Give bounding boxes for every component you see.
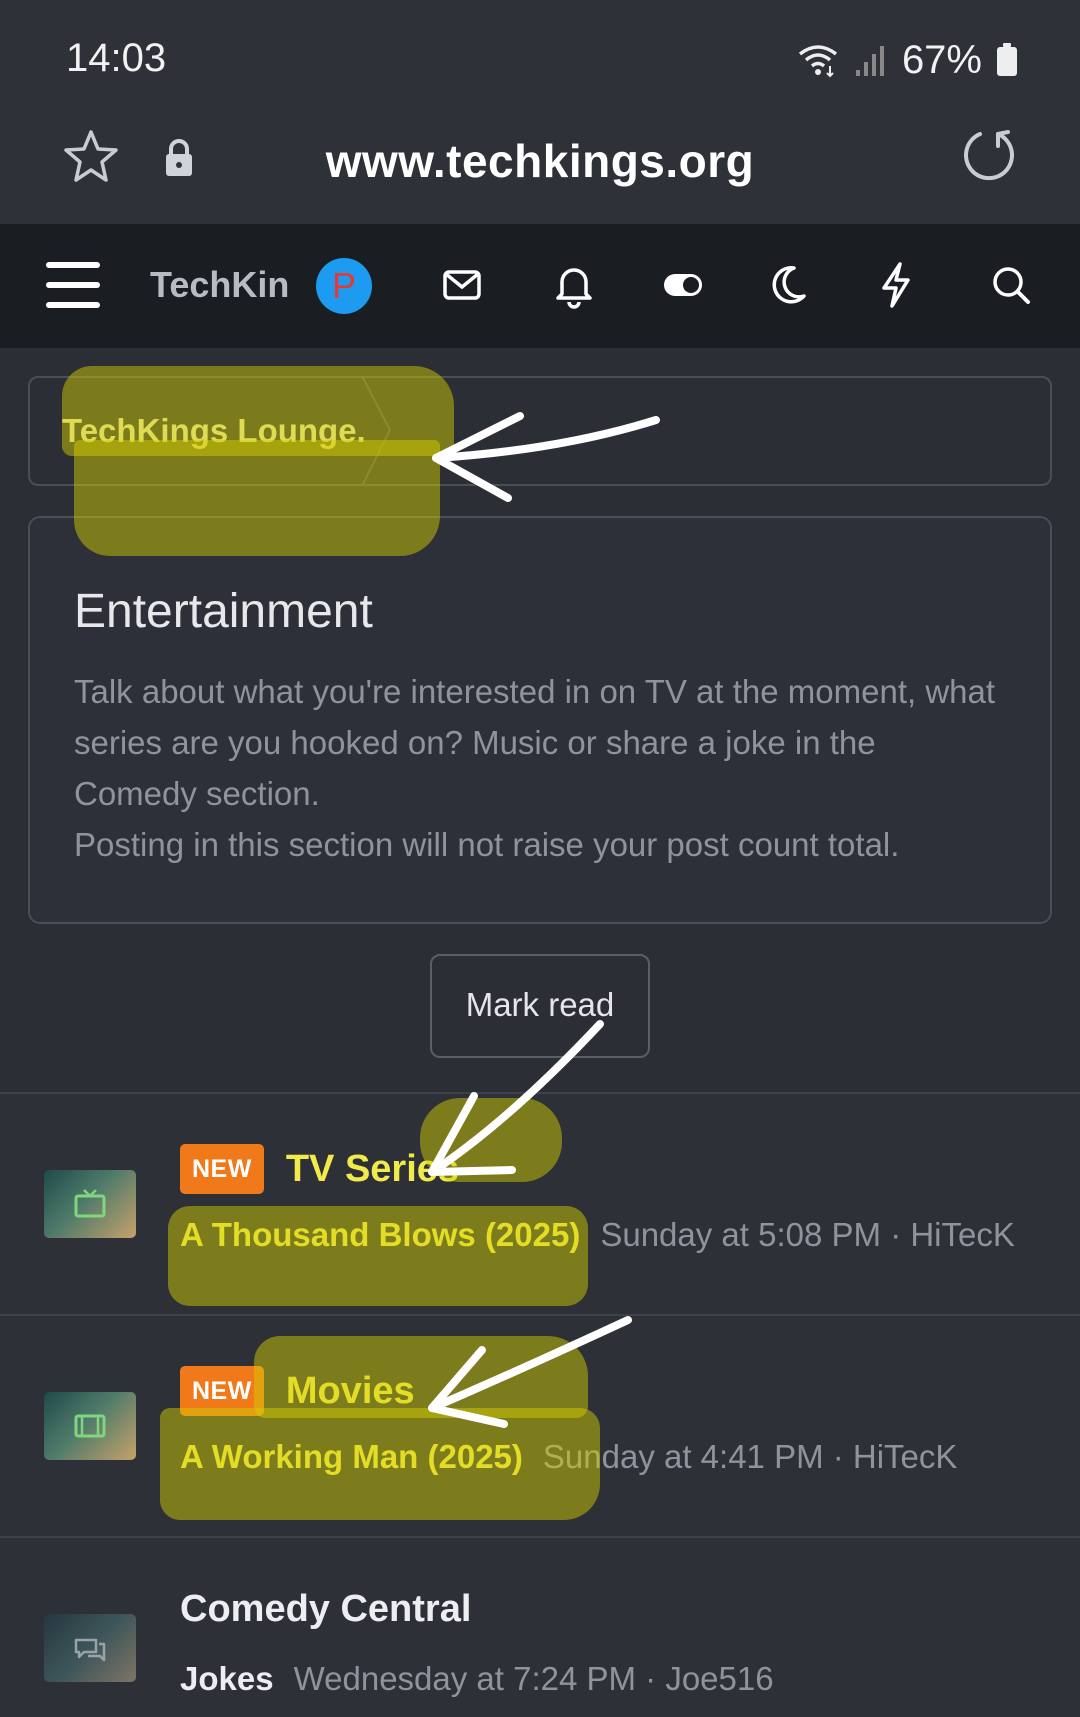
- tv-icon: [74, 1189, 106, 1218]
- site-brand[interactable]: TechKin: [150, 264, 289, 306]
- subforum-thumbnail: [44, 1170, 136, 1238]
- reload-icon[interactable]: [960, 126, 1018, 184]
- avatar[interactable]: P: [316, 258, 372, 314]
- breadcrumb-item-lounge[interactable]: TechKings Lounge.: [62, 412, 366, 450]
- signal-icon: [855, 46, 884, 76]
- subforum-row-comedy-central[interactable]: Comedy Central Jokes Wednesday at 7:24 P…: [0, 1536, 1080, 1717]
- subforum-row-movies[interactable]: NEW Movies A Working Man (2025) Sunday a…: [0, 1314, 1080, 1536]
- latest-thread-link[interactable]: A Working Man (2025): [180, 1438, 523, 1476]
- subforum-thumbnail: [44, 1392, 136, 1460]
- new-badge: NEW: [180, 1366, 264, 1416]
- forum-description-box: Entertainment Talk about what you're int…: [28, 516, 1052, 924]
- latest-thread-link[interactable]: A Thousand Blows (2025): [180, 1216, 580, 1254]
- toggle-icon[interactable]: [662, 260, 704, 310]
- forum-description: Talk about what you're interested in on …: [74, 666, 1004, 870]
- subforum-title[interactable]: Comedy Central: [180, 1588, 471, 1631]
- status-time: 14:03: [66, 36, 167, 80]
- new-badge: NEW: [180, 1144, 264, 1194]
- subforum-list: NEW TV Series A Thousand Blows (2025) Su…: [0, 1092, 1080, 1717]
- menu-icon[interactable]: [46, 262, 100, 308]
- forum-description-line: Talk about what you're interested in on …: [74, 673, 996, 812]
- site-nav-bar: TechKin P: [0, 224, 1080, 348]
- mail-icon[interactable]: [442, 260, 482, 310]
- wifi-icon: [798, 45, 838, 78]
- chat-icon: [74, 1638, 106, 1662]
- bell-icon[interactable]: [554, 260, 594, 310]
- forum-title: Entertainment: [74, 585, 373, 638]
- breadcrumb: TechKings Lounge.: [28, 376, 1052, 487]
- status-indicators: 67%: [796, 36, 1018, 84]
- subforum-title[interactable]: TV Series: [286, 1148, 459, 1191]
- film-icon: [74, 1414, 106, 1438]
- latest-post-meta[interactable]: Sunday at 5:08 PM · HiTecK: [600, 1216, 1015, 1254]
- search-icon[interactable]: [990, 260, 1032, 310]
- status-bar: 14:03 67%: [0, 0, 1080, 110]
- url-address[interactable]: www.techkings.org: [0, 134, 1080, 188]
- mark-read-button[interactable]: Mark read: [430, 954, 650, 1058]
- subforum-title[interactable]: Movies: [286, 1370, 415, 1413]
- subforum-thumbnail: [44, 1614, 136, 1682]
- latest-post-meta[interactable]: Wednesday at 7:24 PM · Joe516: [294, 1660, 774, 1698]
- latest-thread-link[interactable]: Jokes: [180, 1660, 274, 1698]
- battery-percent: 67%: [901, 37, 982, 82]
- lightning-icon[interactable]: [878, 260, 914, 310]
- battery-icon: [997, 43, 1017, 76]
- moon-icon[interactable]: [768, 260, 808, 310]
- breadcrumb-chevron-icon: [361, 376, 392, 487]
- subforum-row-tv-series[interactable]: NEW TV Series A Thousand Blows (2025) Su…: [0, 1092, 1080, 1314]
- forum-description-line: Posting in this section will not raise y…: [74, 826, 900, 863]
- browser-url-bar: www.techkings.org: [0, 110, 1080, 224]
- latest-post-meta[interactable]: Sunday at 4:41 PM · HiTecK: [543, 1438, 958, 1476]
